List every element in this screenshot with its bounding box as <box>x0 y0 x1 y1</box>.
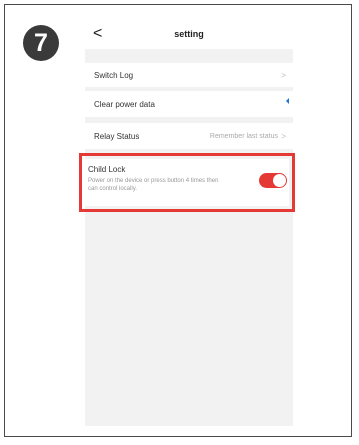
step-number-badge: 7 <box>23 25 59 61</box>
toggle-knob <box>273 174 286 187</box>
clear-power-data-row[interactable]: Clear power data <box>85 91 293 117</box>
relay-status-value: Remember last status <box>209 133 278 140</box>
header-bar: < setting <box>85 19 293 49</box>
switch-log-label: Switch Log <box>94 71 134 80</box>
relay-status-label: Relay Status <box>94 132 140 141</box>
child-lock-row: Child Lock Power on the device or press … <box>85 159 289 206</box>
chevron-right-icon: > <box>281 71 286 80</box>
clear-power-data-label: Clear power data <box>94 100 155 109</box>
phone-screen: < setting Switch Log > Clear power data … <box>85 19 293 426</box>
relay-status-row[interactable]: Relay Status Remember last status > <box>85 123 293 149</box>
child-lock-highlight: Child Lock Power on the device or press … <box>79 153 295 212</box>
switch-log-row[interactable]: Switch Log > <box>85 63 293 87</box>
blue-marker-icon <box>286 98 289 104</box>
chevron-right-icon: > <box>281 132 286 141</box>
child-lock-description: Power on the device or press button 4 ti… <box>88 178 219 192</box>
child-lock-label: Child Lock <box>88 165 126 174</box>
child-lock-toggle[interactable] <box>259 173 287 188</box>
page-title: setting <box>174 29 204 39</box>
